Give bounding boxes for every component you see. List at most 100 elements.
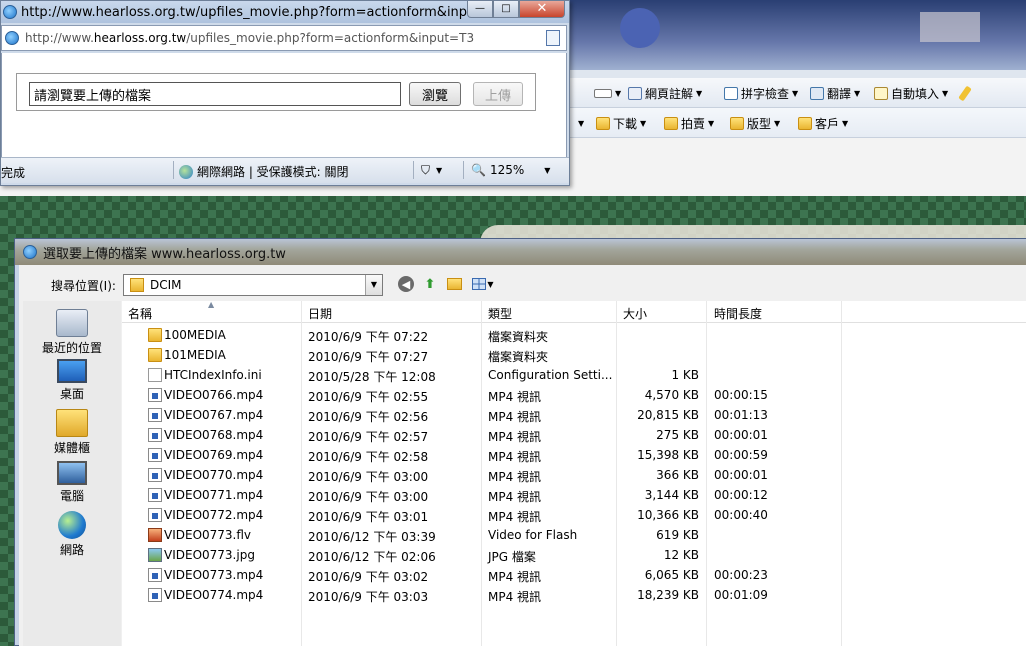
protected-mode-menu[interactable]: ⛉ ▼ — [421, 163, 442, 178]
file-name: VIDEO0766.mp4 — [164, 388, 264, 402]
maximize-button[interactable]: □ — [493, 1, 519, 18]
view-menu-button[interactable]: ▼ — [469, 275, 497, 293]
zoom-level: 125% — [489, 163, 525, 177]
cmd-autofill[interactable]: 自動填入 ▼ — [874, 85, 948, 101]
file-duration: 00:00:40 — [714, 508, 768, 522]
place-network[interactable]: 網路 — [23, 511, 121, 558]
file-name: VIDEO0773.mp4 — [164, 568, 264, 582]
background-command-bar: ▼ 網頁註解 ▼ 拼字檢查 ▼ 翻譯 ▼ 自動填入 ▼ — [560, 78, 1026, 108]
status-bar: 完成 網際網路 | 受保護模式: 關閉 ⛉ ▼ 🔍 125% ▼ — [1, 157, 569, 183]
shield-icon: ⛉ — [421, 163, 431, 177]
file-type: JPG 檔案 — [488, 550, 536, 564]
file-row[interactable]: VIDEO0769.mp4 2010/6/9 下午 02:58 MP4 視訊 15,3… — [122, 445, 1026, 465]
file-size: 275 KB — [656, 428, 699, 442]
zoom-control[interactable]: 🔍 125% ▼ — [471, 163, 550, 177]
place-desktop[interactable]: 桌面 — [23, 359, 121, 402]
jpg-file-icon — [148, 548, 162, 562]
folder-icon — [130, 278, 144, 292]
file-size: 1 KB — [671, 368, 699, 382]
file-date: 2010/6/9 下午 07:22 — [308, 330, 429, 344]
file-row[interactable]: VIDEO0773.jpg 2010/6/12 下午 02:06 JPG 檔案 12 … — [122, 545, 1026, 565]
compat-page-icon[interactable] — [546, 30, 560, 46]
file-size: 12 KB — [663, 548, 699, 562]
popup-page: 瀏覽 上傳 — [1, 53, 567, 157]
mp4-file-icon — [148, 508, 162, 522]
background-banner — [560, 0, 1026, 70]
address-url[interactable]: http://www.hearloss.org.tw/upfiles_movie… — [25, 31, 474, 45]
fav-templates[interactable]: 版型 ▼ — [730, 115, 780, 131]
file-size: 619 KB — [656, 528, 699, 542]
upload-button[interactable]: 上傳 — [473, 82, 523, 106]
close-button[interactable]: ✕ — [519, 1, 565, 18]
file-row[interactable]: VIDEO0768.mp4 2010/6/9 下午 02:57 MP4 視訊 275 … — [122, 425, 1026, 445]
dialog-title: 選取要上傳的檔案 www.hearloss.org.tw — [43, 246, 286, 262]
up-folder-button[interactable]: ⬆ — [421, 275, 439, 293]
browse-button[interactable]: 瀏覽 — [409, 82, 461, 106]
address-bar[interactable]: http://www.hearloss.org.tw/upfiles_movie… — [1, 25, 567, 51]
file-row[interactable]: HTCIndexInfo.ini 2010/5/28 下午 12:08 Config… — [122, 365, 1026, 385]
place-computer[interactable]: 電腦 — [23, 461, 121, 504]
col-name[interactable]: 名稱 — [128, 305, 152, 322]
zone-indicator[interactable]: 網際網路 | 受保護模式: 關閉 — [179, 163, 349, 180]
file-size: 15,398 KB — [637, 448, 699, 462]
globe-icon — [179, 164, 193, 179]
zoom-icon: 🔍 — [471, 163, 486, 177]
fav-clients[interactable]: 客戶 ▼ — [798, 115, 848, 131]
file-row[interactable]: VIDEO0767.mp4 2010/6/9 下午 02:56 MP4 視訊 20,8… — [122, 405, 1026, 425]
col-duration[interactable]: 時間長度 — [714, 305, 762, 322]
file-name: HTCIndexInfo.ini — [164, 368, 262, 382]
file-list[interactable]: 名稱 ▲ 日期 類型 大小 時間長度 100MEDIA 2010/6/9 下午 0… — [122, 300, 1026, 646]
new-folder-icon — [446, 278, 462, 290]
look-in-value: DCIM — [150, 278, 182, 292]
file-date: 2010/6/9 下午 03:00 — [308, 490, 429, 504]
file-date: 2010/6/9 下午 03:00 — [308, 470, 429, 484]
back-button[interactable]: ◀ — [397, 275, 415, 293]
file-type: MP4 視訊 — [488, 510, 542, 524]
minimize-button[interactable]: — — [467, 1, 493, 18]
file-row[interactable]: 100MEDIA 2010/6/9 下午 07:22 檔案資料夾 — [122, 325, 1026, 345]
file-type: MP4 視訊 — [488, 470, 542, 484]
mp4-file-icon — [148, 388, 162, 402]
page-menu-icon[interactable]: ▼ — [594, 85, 621, 101]
file-row[interactable]: VIDEO0770.mp4 2010/6/9 下午 03:00 MP4 視訊 366 … — [122, 465, 1026, 485]
col-date[interactable]: 日期 — [308, 305, 332, 322]
file-row[interactable]: VIDEO0771.mp4 2010/6/9 下午 03:00 MP4 視訊 3,14… — [122, 485, 1026, 505]
look-in-dropdown[interactable]: DCIM ▼ — [123, 274, 383, 296]
file-type: 檔案資料夾 — [488, 330, 549, 344]
file-row[interactable]: VIDEO0773.mp4 2010/6/9 下午 03:02 MP4 視訊 6,06… — [122, 565, 1026, 585]
file-date: 2010/6/9 下午 03:01 — [308, 510, 429, 524]
chevron-down-icon[interactable]: ▼ — [365, 275, 382, 295]
cmd-translate[interactable]: 翻譯 ▼ — [810, 85, 860, 101]
file-size: 3,144 KB — [644, 488, 699, 502]
fav-downloads[interactable]: 下載 ▼ — [596, 115, 646, 131]
new-folder-button[interactable] — [445, 275, 463, 293]
page-ie-icon — [5, 31, 19, 45]
file-type: MP4 視訊 — [488, 430, 542, 444]
fav-auctions[interactable]: 拍賣 ▼ — [664, 115, 714, 131]
cmd-web-notes[interactable]: 網頁註解 ▼ — [628, 85, 702, 101]
folder-file-icon — [148, 348, 162, 362]
flv-file-icon — [148, 528, 162, 542]
col-type[interactable]: 類型 — [488, 305, 512, 322]
fav-more[interactable]: ▼ — [578, 115, 584, 131]
file-row[interactable]: VIDEO0766.mp4 2010/6/9 下午 02:55 MP4 視訊 4,57… — [122, 385, 1026, 405]
file-type: 檔案資料夾 — [488, 350, 549, 364]
file-path-input[interactable] — [29, 82, 401, 106]
zone-text: 網際網路 | 受保護模式: 關閉 — [197, 165, 349, 179]
file-size: 4,570 KB — [644, 388, 699, 402]
file-row[interactable]: 101MEDIA 2010/6/9 下午 07:27 檔案資料夾 — [122, 345, 1026, 365]
dialog-body: 搜尋位置(I): DCIM ▼ ◀ ⬆ ▼ 最近的位置 桌面 媒體櫃 電腦 網路… — [19, 265, 1026, 646]
place-recent[interactable]: 最近的位置 — [23, 309, 121, 356]
file-row[interactable]: VIDEO0772.mp4 2010/6/9 下午 03:01 MP4 視訊 10,3… — [122, 505, 1026, 525]
background-favorites-bar: ▼ 下載 ▼ 拍賣 ▼ 版型 ▼ 客戶 ▼ — [560, 108, 1026, 138]
mp4-file-icon — [148, 568, 162, 582]
file-row[interactable]: VIDEO0774.mp4 2010/6/9 下午 03:03 MP4 視訊 18,2… — [122, 585, 1026, 605]
pencil-icon[interactable] — [958, 85, 972, 101]
file-row[interactable]: VIDEO0773.flv 2010/6/12 下午 03:39 Video for… — [122, 525, 1026, 545]
popup-title: http://www.hearloss.org.tw/upfiles_movie… — [21, 4, 471, 20]
dialog-title-bar[interactable]: 選取要上傳的檔案 www.hearloss.org.tw — [15, 239, 1026, 265]
ie-icon — [3, 5, 17, 19]
col-size[interactable]: 大小 — [623, 305, 647, 322]
place-libraries[interactable]: 媒體櫃 — [23, 409, 121, 456]
cmd-spellcheck[interactable]: 拼字檢查 ▼ — [724, 85, 798, 101]
